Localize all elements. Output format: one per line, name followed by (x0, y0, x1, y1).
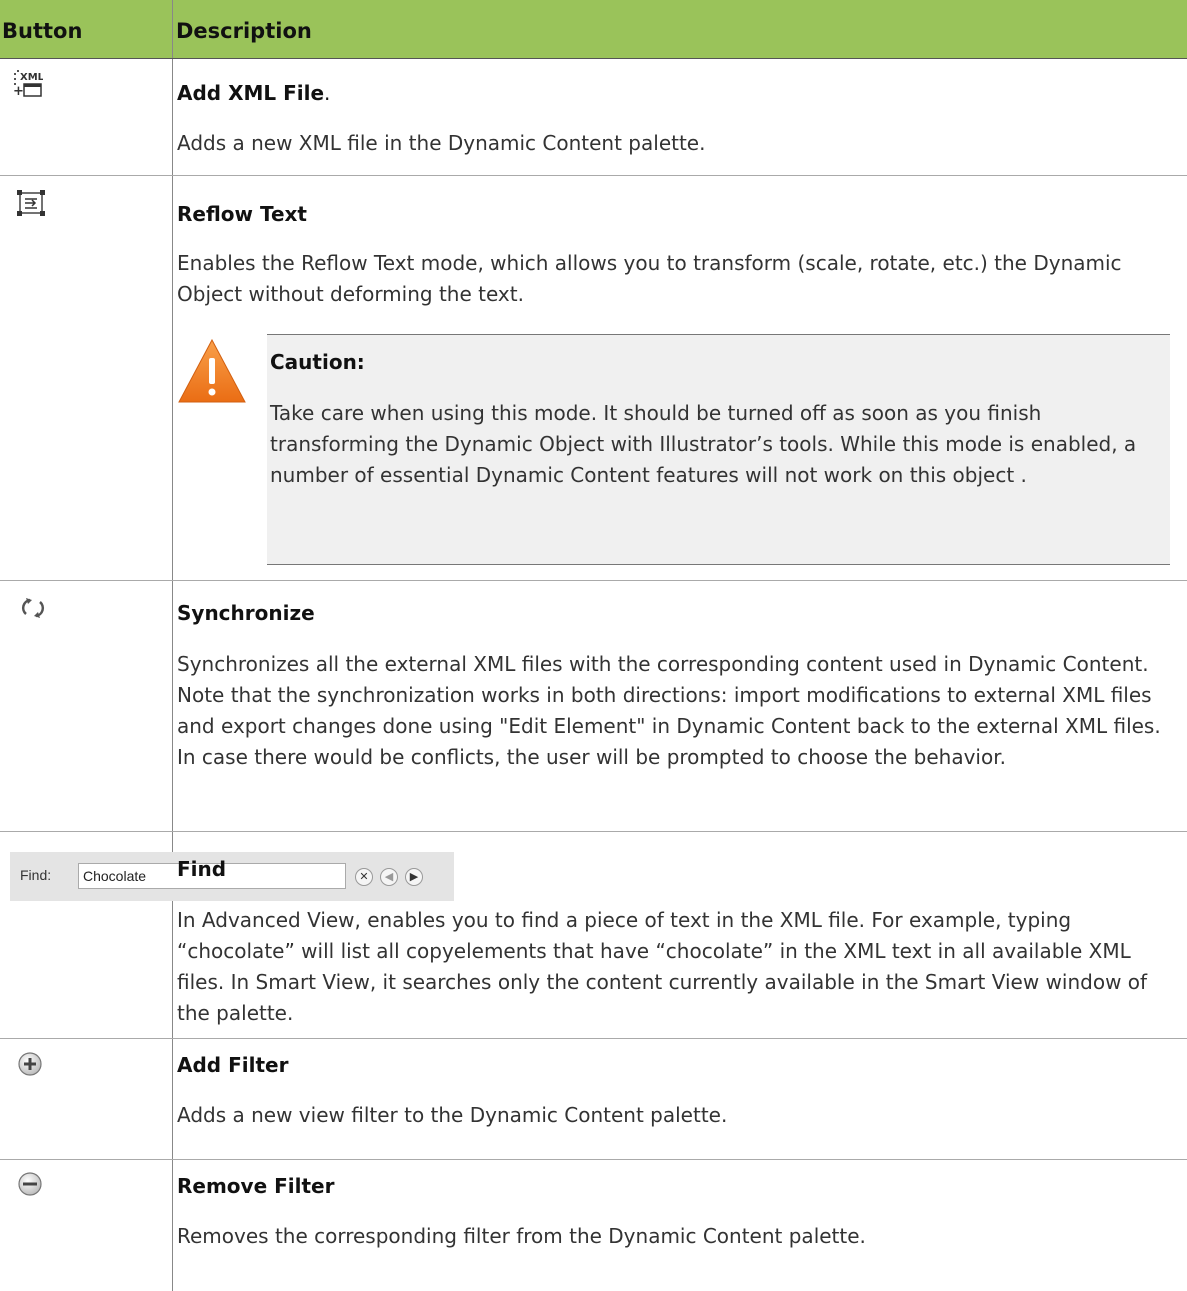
button-description-table: Button Description XML + Add XML File. A… (0, 0, 1187, 1291)
add-xml-file-icon: XML + (13, 69, 45, 101)
row-divider (0, 1038, 1187, 1039)
reflow-text-icon (17, 190, 45, 220)
table-header: Button Description (0, 0, 1187, 59)
find-clear-icon[interactable]: ✕ (355, 868, 373, 886)
row-title-reflow-text: Reflow Text (177, 202, 307, 226)
svg-text:XML: XML (20, 72, 43, 83)
row-title-find: Find (177, 857, 227, 881)
synchronize-icon (20, 597, 46, 623)
find-next-icon[interactable]: ▶ (405, 868, 423, 886)
caution-title: Caution: (270, 350, 365, 374)
row-desc-add-filter: Adds a new view filter to the Dynamic Co… (177, 1103, 728, 1127)
find-previous-icon[interactable]: ◀ (380, 868, 398, 886)
find-label: Find: (20, 867, 52, 883)
row-title-synchronize: Synchronize (177, 601, 315, 625)
row-desc-find: In Advanced View, enables you to find a … (177, 908, 1148, 1025)
row-title-add-filter: Add Filter (177, 1053, 289, 1077)
row-desc-reflow-text: Enables the Reflow Text mode, which allo… (177, 251, 1122, 306)
row-desc-remove-filter: Removes the corresponding filter from th… (177, 1224, 866, 1248)
header-description: Description (176, 19, 312, 43)
header-button: Button (2, 19, 83, 43)
header-divider (172, 0, 173, 58)
remove-filter-icon (17, 1171, 43, 1201)
row-desc-synchronize: Synchronizes all the external XML files … (177, 652, 1161, 769)
row-divider (0, 1159, 1187, 1160)
add-filter-icon (17, 1051, 43, 1081)
find-bar: Find: Chocolate ✕ ◀ ▶ (10, 852, 454, 901)
svg-text:+: + (13, 84, 24, 97)
row-divider (0, 175, 1187, 176)
column-divider (172, 59, 173, 1291)
row-divider (0, 580, 1187, 581)
row-desc-add-xml-file: Adds a new XML file in the Dynamic Conte… (177, 131, 706, 155)
row-divider (0, 831, 1187, 832)
caution-text: Take care when using this mode. It shoul… (270, 401, 1137, 487)
warning-icon (177, 338, 247, 408)
row-title-remove-filter: Remove Filter (177, 1174, 335, 1198)
row-title-add-xml-file: Add XML File. (177, 81, 331, 105)
